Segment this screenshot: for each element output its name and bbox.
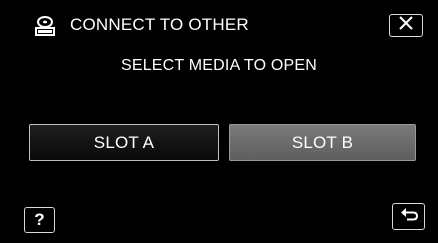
dialog-screen: CONNECT TO OTHER SELECT MEDIA TO OPEN SL… (0, 0, 438, 243)
dialog-title: CONNECT TO OTHER (70, 15, 249, 34)
return-arrow-icon (399, 206, 419, 227)
disc-drive-icon (34, 15, 56, 37)
close-icon (398, 16, 414, 35)
close-button[interactable] (389, 14, 423, 37)
slot-a-button[interactable]: SLOT A (29, 124, 219, 161)
back-button[interactable] (392, 203, 425, 230)
help-button[interactable]: ? (24, 207, 55, 233)
slot-b-button[interactable]: SLOT B (229, 124, 416, 161)
prompt-text: SELECT MEDIA TO OPEN (120, 57, 318, 74)
